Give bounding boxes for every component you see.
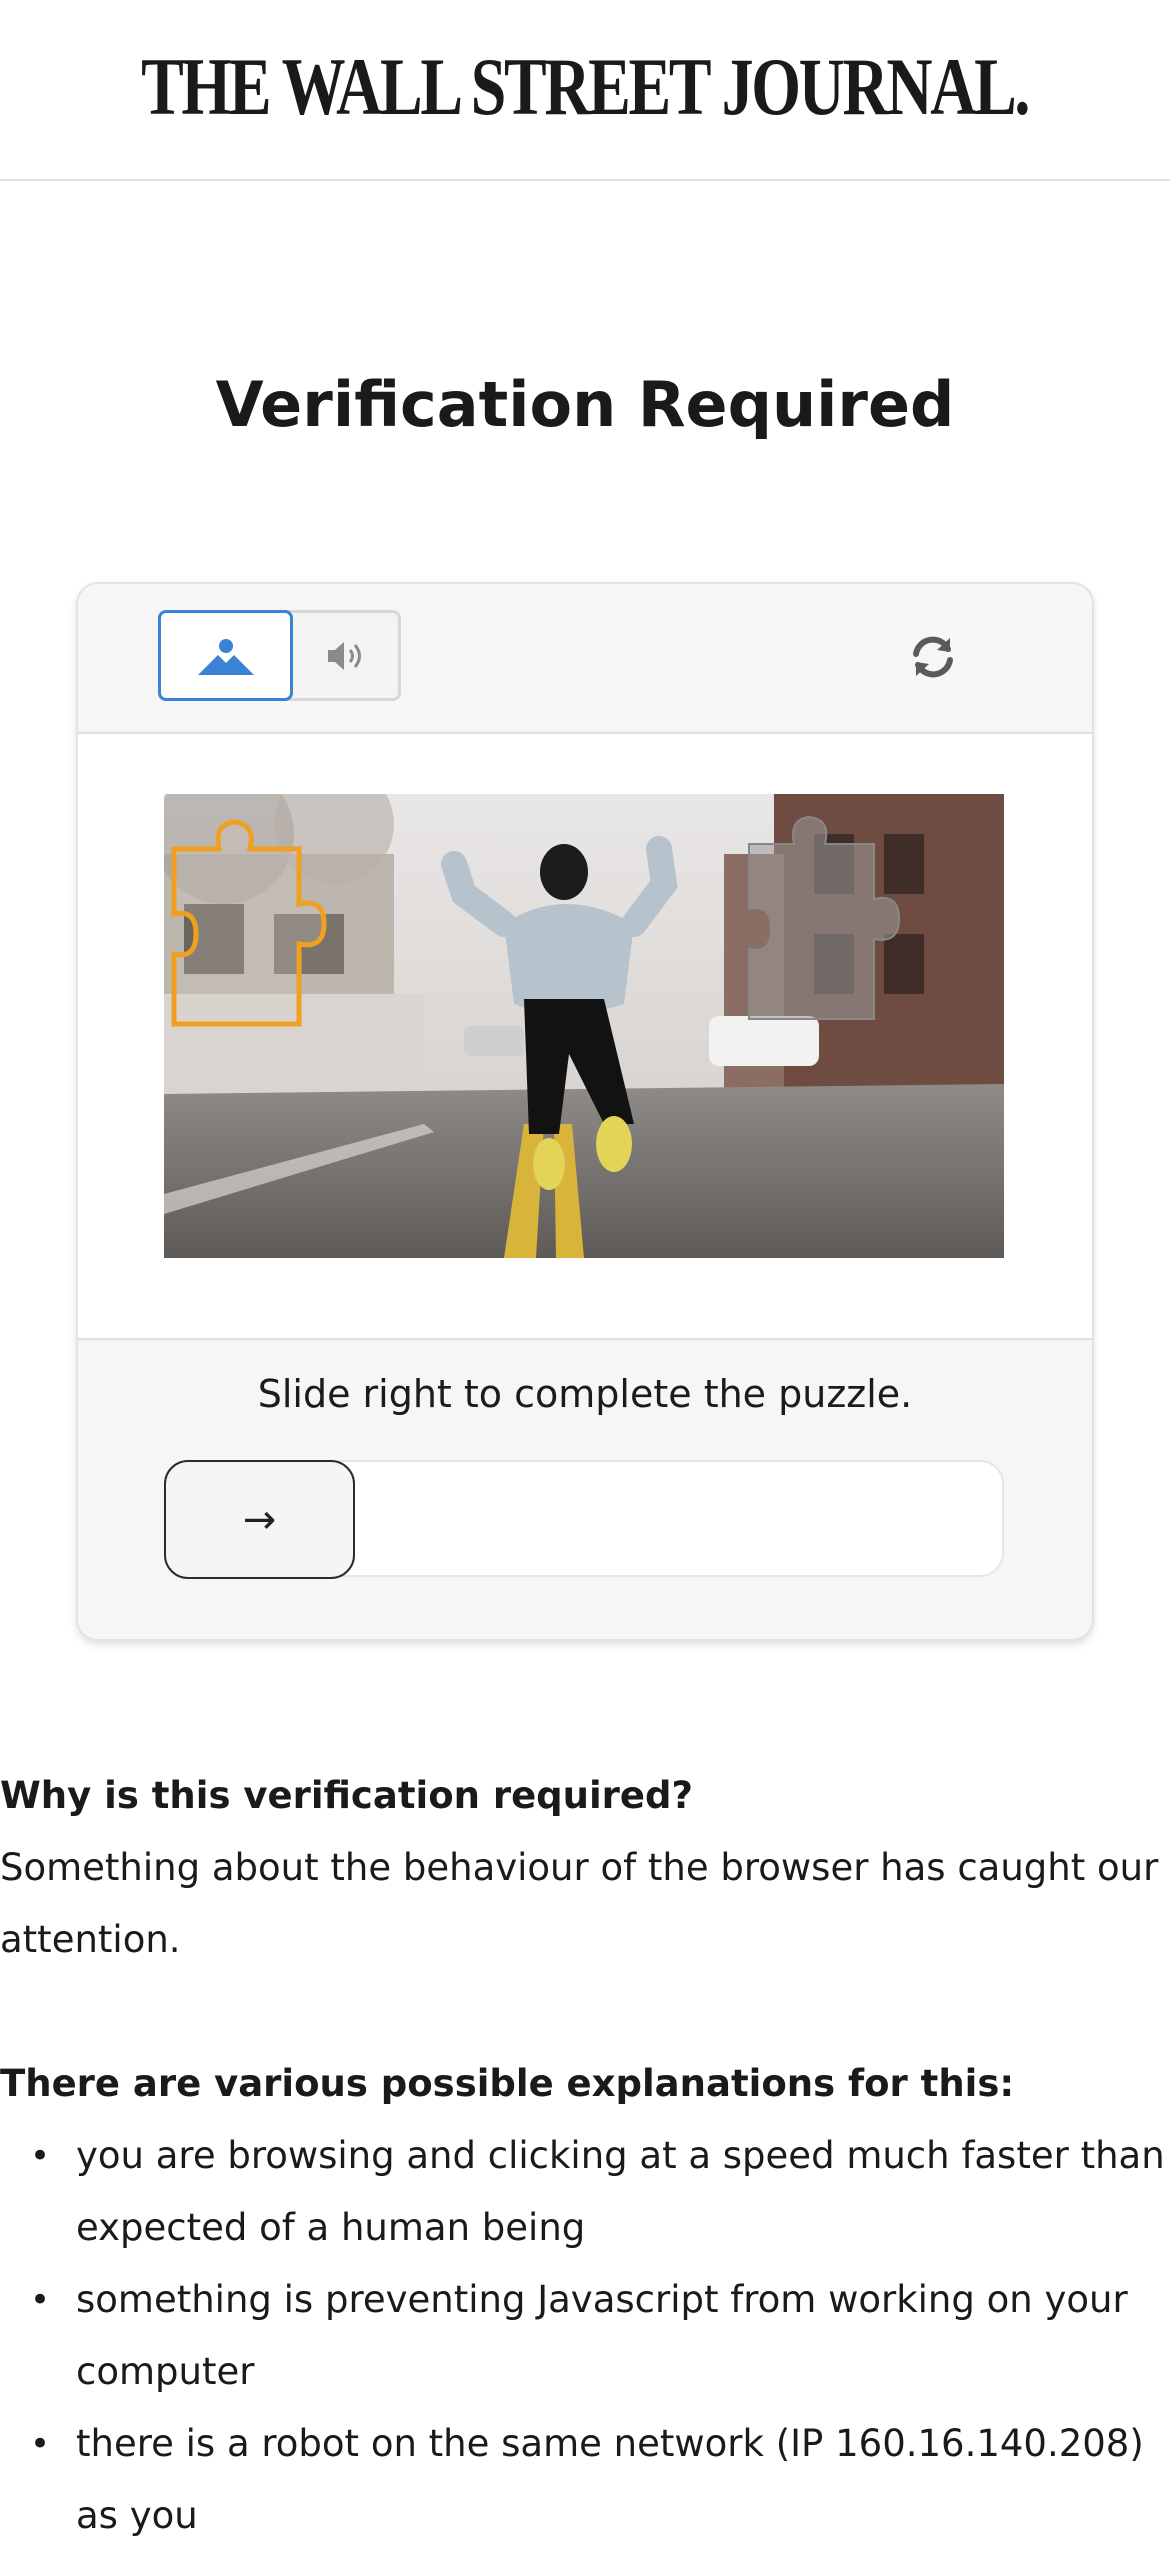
image-icon	[197, 638, 254, 675]
captcha-toolbar	[78, 584, 1092, 734]
slider-track[interactable]: →	[164, 1460, 1004, 1579]
captcha-image-area	[78, 734, 1092, 1340]
refresh-button[interactable]	[904, 628, 962, 686]
explanations-heading: There are various possible explanations …	[0, 2062, 1015, 2105]
image-mode-button[interactable]	[158, 610, 293, 701]
puzzle-piece	[171, 819, 327, 1027]
list-item: there is a robot on the same network (IP…	[0, 2408, 1170, 2552]
why-text: Something about the behaviour of the bro…	[0, 1846, 1159, 1961]
explanations-list: you are browsing and clicking at a speed…	[0, 2120, 1170, 2552]
audio-mode-button[interactable]	[293, 610, 401, 701]
captcha-mode-switch	[158, 610, 401, 701]
captcha-widget: Slide right to complete the puzzle. →	[76, 582, 1094, 1641]
list-item: you are browsing and clicking at a speed…	[0, 2120, 1170, 2264]
site-header: THE WALL STREET JOURNAL.	[0, 0, 1170, 181]
puzzle-image	[164, 794, 1004, 1258]
refresh-icon	[913, 636, 953, 678]
puzzle-photo	[164, 794, 1004, 1258]
verification-info: Why is this verification required? Somet…	[0, 1760, 1170, 2552]
list-item: something is preventing Javascript from …	[0, 2264, 1170, 2408]
page-title: Verification Required	[215, 368, 955, 441]
slider-instruction: Slide right to complete the puzzle.	[257, 1372, 913, 1416]
arrow-right-icon: →	[242, 1496, 277, 1543]
wsj-logo: THE WALL STREET JOURNAL.	[141, 40, 1031, 132]
speaker-icon	[328, 641, 361, 670]
why-heading: Why is this verification required?	[0, 1774, 693, 1817]
slider-handle[interactable]: →	[164, 1460, 355, 1579]
